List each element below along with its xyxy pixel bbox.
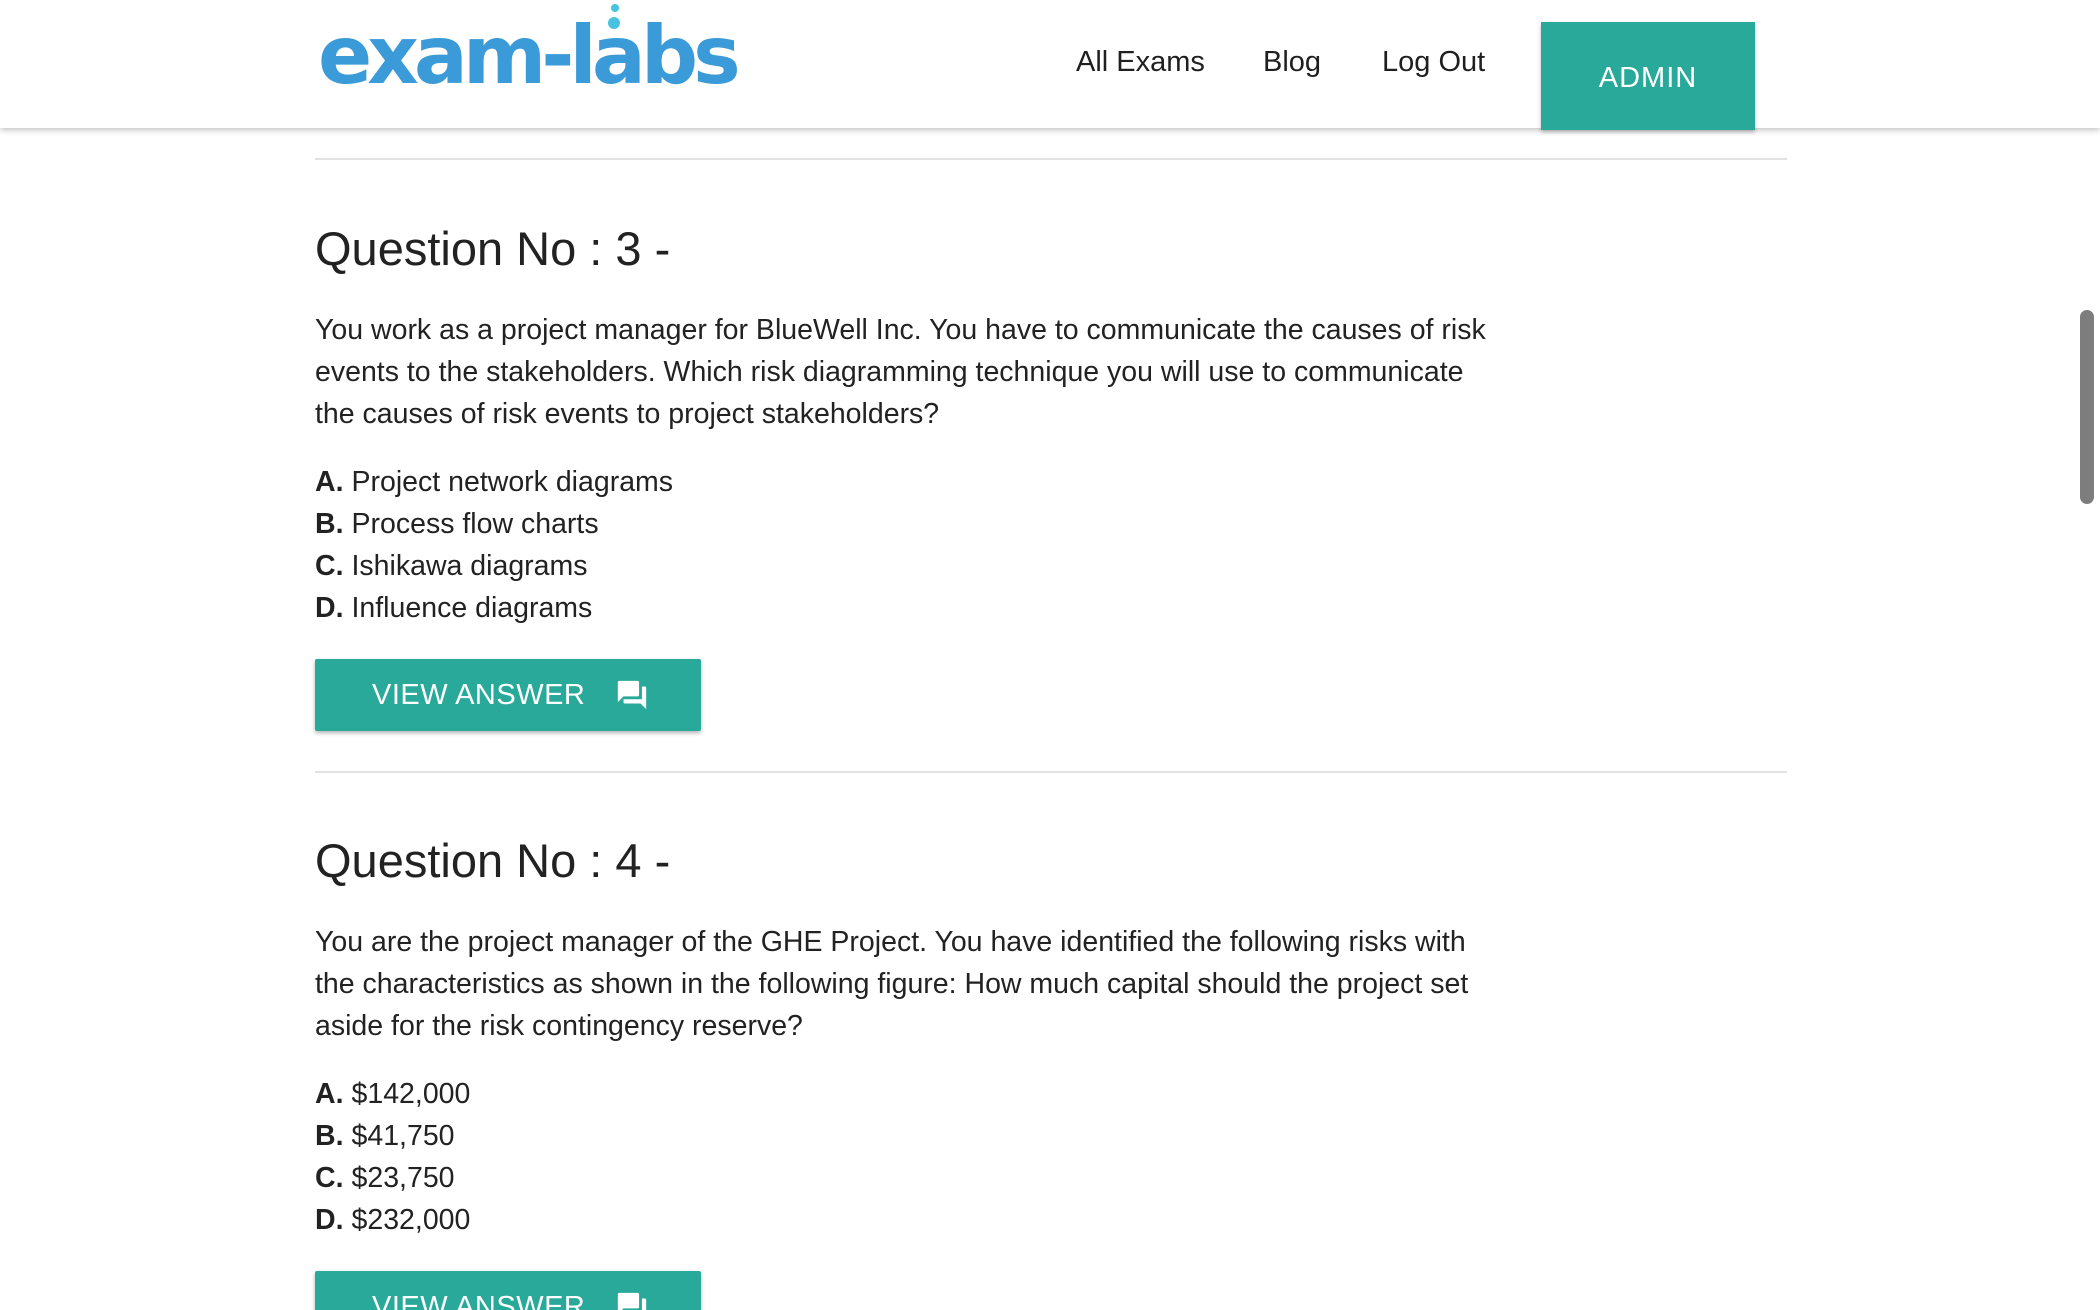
answer-options: A. $142,000 B. $41,750 C. $23,750 D. $232,00… <box>315 1073 1515 1241</box>
option-letter: B. <box>315 508 344 540</box>
question-title: Question No : 4 - <box>315 834 671 887</box>
admin-button-label: ADMIN <box>1598 61 1698 94</box>
answer-option: C. $23,750 <box>315 1157 1515 1199</box>
nav-blog[interactable]: Blog <box>1263 42 1321 82</box>
view-answer-button[interactable]: VIEW ANSWER <box>315 659 701 731</box>
answer-option: C. Ishikawa diagrams <box>315 545 1515 587</box>
question-text: You are the project manager of the GHE P… <box>315 926 1469 1042</box>
option-letter: C. <box>315 1162 344 1194</box>
option-text: $232,000 <box>351 1204 471 1236</box>
option-letter: B. <box>315 1120 344 1152</box>
scrollbar-thumb[interactable] <box>2080 310 2094 504</box>
answer-option: D. $232,000 <box>315 1199 1515 1241</box>
answer-option: B. $41,750 <box>315 1115 1515 1157</box>
section-divider <box>315 158 1787 160</box>
option-text: $23,750 <box>351 1162 455 1194</box>
option-text: $142,000 <box>351 1078 471 1110</box>
option-letter: D. <box>315 592 344 624</box>
admin-button[interactable]: ADMIN <box>1541 22 1755 130</box>
view-answer-label: VIEW ANSWER <box>372 678 586 711</box>
answer-option: D. Influence diagrams <box>315 587 1515 629</box>
question-title: Question No : 3 - <box>315 222 671 275</box>
answer-option: A. $142,000 <box>315 1073 1515 1115</box>
section-divider <box>315 771 1787 773</box>
logo-bubble-large <box>608 17 620 29</box>
question-block: Question No : 4 - You are the project ma… <box>315 831 1515 1310</box>
question-text: You work as a project manager for BlueWe… <box>315 314 1486 430</box>
option-letter: C. <box>315 550 344 582</box>
logo-text: exam-labs <box>318 9 741 102</box>
forum-chat-icon <box>618 680 647 710</box>
forum-chat-icon <box>618 1292 647 1310</box>
option-text: Project network diagrams <box>351 466 674 498</box>
answer-option: A. Project network diagrams <box>315 461 1515 503</box>
option-text: Ishikawa diagrams <box>351 550 588 582</box>
site-header: exam-labs All Exams Blog Log Out ADMIN <box>0 0 2100 130</box>
logo-bubble-small <box>611 4 619 12</box>
answer-options: A. Project network diagrams B. Process flo… <box>315 461 1515 629</box>
answer-option: B. Process flow charts <box>315 503 1515 545</box>
view-answer-label: VIEW ANSWER <box>372 1290 586 1310</box>
option-letter: A. <box>315 1078 344 1110</box>
nav-all-exams[interactable]: All Exams <box>1076 42 1205 82</box>
option-letter: A. <box>315 466 344 498</box>
question-block: Question No : 3 - You work as a project … <box>315 219 1515 731</box>
view-answer-button[interactable]: VIEW ANSWER <box>315 1271 701 1310</box>
nav-log-out[interactable]: Log Out <box>1382 42 1485 82</box>
exam-labs-logo[interactable]: exam-labs <box>318 0 741 110</box>
option-letter: D. <box>315 1204 344 1236</box>
option-text: Influence diagrams <box>351 592 593 624</box>
option-text: $41,750 <box>351 1120 455 1152</box>
page: exam-labs All Exams Blog Log Out ADMIN Q… <box>0 0 2100 1310</box>
option-text: Process flow charts <box>351 508 599 540</box>
